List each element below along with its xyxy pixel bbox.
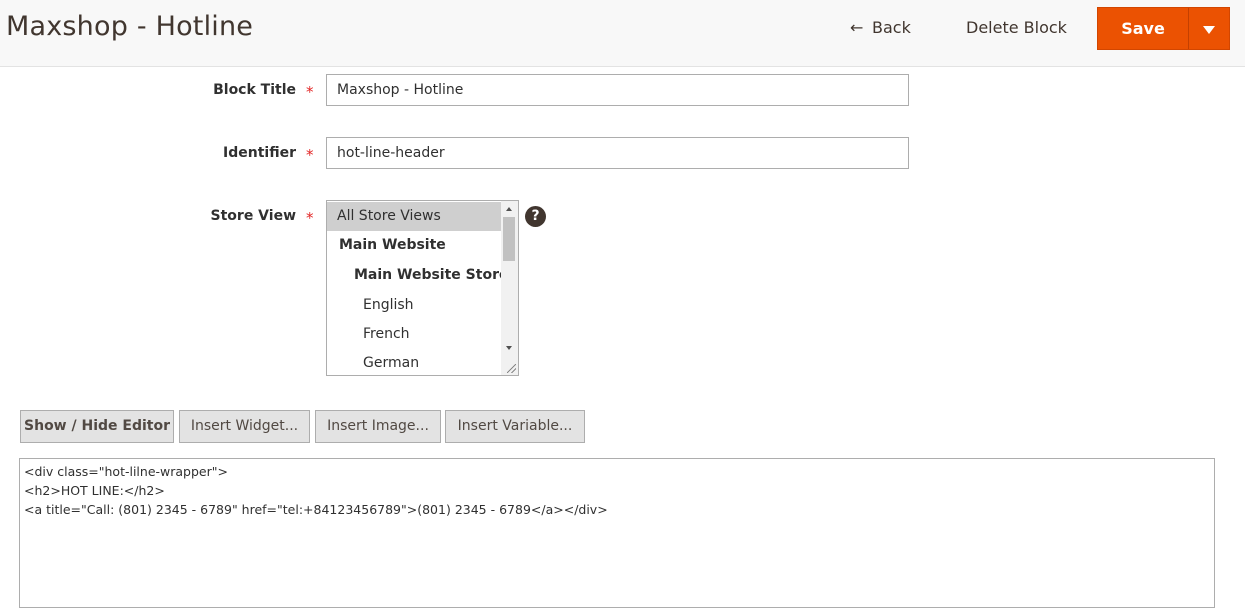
store-option-main-website[interactable]: Main Website xyxy=(327,231,513,260)
back-label: Back xyxy=(872,18,911,37)
required-marker: * xyxy=(306,83,314,101)
required-marker: * xyxy=(306,146,314,164)
store-view-scrollbar[interactable] xyxy=(501,201,518,375)
delete-block-button[interactable]: Delete Block xyxy=(966,16,1067,40)
chevron-down-icon xyxy=(1203,26,1215,34)
save-button-group: Save xyxy=(1097,7,1230,50)
insert-image-button[interactable]: Insert Image... xyxy=(315,410,441,443)
page-header: Maxshop - Hotline ← Back Delete Block Sav… xyxy=(0,0,1245,67)
show-hide-editor-button[interactable]: Show / Hide Editor xyxy=(20,410,174,443)
store-option-french[interactable]: French xyxy=(327,320,518,349)
insert-variable-button[interactable]: Insert Variable... xyxy=(445,410,585,443)
identifier-label: Identifier xyxy=(223,145,296,161)
content-line: <a title="Call: (801) 2345 - 6789" href=… xyxy=(24,502,608,517)
block-title-input[interactable] xyxy=(326,74,909,106)
store-view-label: Store View xyxy=(210,208,296,224)
help-icon[interactable]: ? xyxy=(525,206,546,227)
identifier-input[interactable] xyxy=(326,137,909,169)
page-title: Maxshop - Hotline xyxy=(6,11,254,42)
resize-handle-icon[interactable] xyxy=(507,364,516,373)
store-option-all[interactable]: All Store Views xyxy=(327,202,511,231)
arrow-left-icon: ← xyxy=(850,18,864,37)
store-option-english[interactable]: English xyxy=(327,291,518,320)
store-option-main-website-store[interactable]: Main Website Store xyxy=(327,261,518,290)
content-textarea[interactable]: <div class="hot-lilne-wrapper"> <h2>HOT … xyxy=(19,458,1215,608)
required-marker: * xyxy=(306,209,314,227)
back-button[interactable]: ← Back xyxy=(850,16,911,40)
save-button[interactable]: Save xyxy=(1098,8,1188,49)
save-options-toggle[interactable] xyxy=(1188,8,1230,49)
store-option-german[interactable]: German xyxy=(327,349,518,375)
scroll-thumb[interactable] xyxy=(503,217,515,261)
content-line: <h2>HOT LINE:</h2> xyxy=(24,483,165,498)
scroll-down-arrow-icon[interactable] xyxy=(506,346,512,350)
store-view-multiselect[interactable]: All Store Views Main Website Main Websit… xyxy=(326,200,519,376)
content-line: <div class="hot-lilne-wrapper"> xyxy=(24,464,228,479)
insert-widget-button[interactable]: Insert Widget... xyxy=(179,410,310,443)
scroll-up-arrow-icon[interactable] xyxy=(506,207,512,211)
block-title-label: Block Title xyxy=(213,82,296,98)
